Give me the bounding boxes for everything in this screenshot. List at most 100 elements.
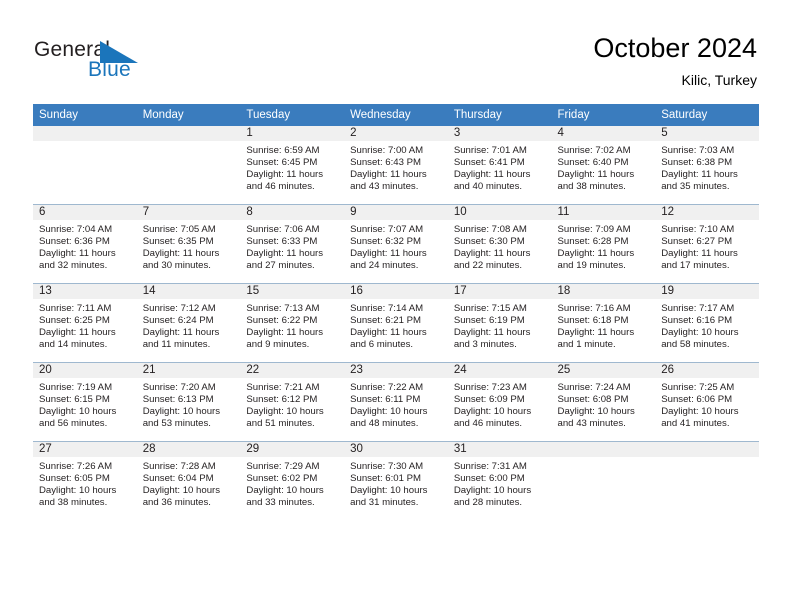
day-details: Sunrise: 7:26 AM Sunset: 6:05 PM Dayligh… (33, 457, 137, 509)
day-cell[interactable]: 20 Sunrise: 7:19 AM Sunset: 6:15 PM Dayl… (33, 362, 137, 442)
daylight-text-line1: Daylight: 11 hours (350, 247, 427, 259)
day-details: Sunrise: 7:10 AM Sunset: 6:27 PM Dayligh… (655, 220, 759, 272)
daylight-text-line2: and 28 minutes. (453, 496, 523, 508)
day-number: 11 (551, 205, 656, 220)
calendar-week-row: 6 Sunrise: 7:04 AM Sunset: 6:36 PM Dayli… (33, 204, 759, 284)
day-cell[interactable]: 10 Sunrise: 7:08 AM Sunset: 6:30 PM Dayl… (447, 204, 552, 284)
sunrise-text: Sunrise: 7:01 AM (453, 145, 527, 156)
sunrise-text: Sunrise: 7:03 AM (661, 145, 735, 156)
day-cell[interactable]: 13 Sunrise: 7:11 AM Sunset: 6:25 PM Dayl… (33, 283, 137, 363)
day-cell[interactable]: 5 Sunrise: 7:03 AM Sunset: 6:38 PM Dayli… (655, 126, 759, 205)
daylight-text-line1: Daylight: 11 hours (453, 247, 531, 259)
day-cell[interactable]: 14 Sunrise: 7:12 AM Sunset: 6:24 PM Dayl… (136, 283, 241, 363)
daylight-text-line2: and 38 minutes. (39, 496, 108, 508)
day-cell[interactable] (551, 441, 656, 520)
daylight-text-line1: Daylight: 10 hours (39, 405, 117, 417)
day-cell[interactable] (136, 126, 241, 205)
day-number: 23 (344, 363, 448, 378)
sunrise-text: Sunrise: 7:13 AM (246, 303, 320, 314)
day-number: 19 (655, 284, 759, 299)
daylight-text-line2: and 38 minutes. (557, 180, 626, 192)
day-details: Sunrise: 7:25 AM Sunset: 6:06 PM Dayligh… (655, 378, 759, 430)
daylight-text-line1: Daylight: 11 hours (350, 168, 427, 180)
weekday-header-saturday: Saturday (655, 104, 759, 126)
day-details: Sunrise: 7:00 AM Sunset: 6:43 PM Dayligh… (344, 141, 448, 193)
day-cell[interactable]: 16 Sunrise: 7:14 AM Sunset: 6:21 PM Dayl… (344, 283, 448, 363)
calendar-week-row: 13 Sunrise: 7:11 AM Sunset: 6:25 PM Dayl… (33, 283, 759, 363)
day-number: 16 (344, 284, 448, 299)
day-cell[interactable]: 11 Sunrise: 7:09 AM Sunset: 6:28 PM Dayl… (551, 204, 656, 284)
day-details: Sunrise: 7:04 AM Sunset: 6:36 PM Dayligh… (33, 220, 137, 272)
sunrise-text: Sunrise: 7:16 AM (557, 303, 631, 314)
sunset-text: Sunset: 6:43 PM (350, 156, 422, 168)
day-number: 17 (447, 284, 552, 299)
daylight-text-line1: Daylight: 11 hours (453, 326, 531, 338)
day-details (655, 457, 759, 461)
day-cell[interactable]: 3 Sunrise: 7:01 AM Sunset: 6:41 PM Dayli… (447, 126, 552, 205)
day-cell[interactable]: 21 Sunrise: 7:20 AM Sunset: 6:13 PM Dayl… (136, 362, 241, 442)
day-cell[interactable]: 15 Sunrise: 7:13 AM Sunset: 6:22 PM Dayl… (240, 283, 345, 363)
day-cell[interactable]: 31 Sunrise: 7:31 AM Sunset: 6:00 PM Dayl… (447, 441, 552, 520)
sunset-text: Sunset: 6:21 PM (350, 314, 422, 326)
daylight-text-line2: and 14 minutes. (39, 338, 108, 350)
day-cell[interactable]: 23 Sunrise: 7:22 AM Sunset: 6:11 PM Dayl… (344, 362, 448, 442)
day-cell[interactable]: 24 Sunrise: 7:23 AM Sunset: 6:09 PM Dayl… (447, 362, 552, 442)
daylight-text-line2: and 41 minutes. (661, 417, 730, 429)
sunset-text: Sunset: 6:13 PM (142, 393, 214, 405)
day-details: Sunrise: 7:30 AM Sunset: 6:01 PM Dayligh… (344, 457, 448, 509)
day-cell[interactable]: 27 Sunrise: 7:26 AM Sunset: 6:05 PM Dayl… (33, 441, 137, 520)
day-cell[interactable]: 12 Sunrise: 7:10 AM Sunset: 6:27 PM Dayl… (655, 204, 759, 284)
day-cell[interactable]: 6 Sunrise: 7:04 AM Sunset: 6:36 PM Dayli… (33, 204, 137, 284)
daylight-text-line1: Daylight: 11 hours (142, 326, 220, 338)
day-details: Sunrise: 7:13 AM Sunset: 6:22 PM Dayligh… (240, 299, 344, 351)
sunrise-text: Sunrise: 7:09 AM (557, 224, 631, 235)
day-details: Sunrise: 7:07 AM Sunset: 6:32 PM Dayligh… (344, 220, 448, 272)
day-cell[interactable]: 26 Sunrise: 7:25 AM Sunset: 6:06 PM Dayl… (655, 362, 759, 442)
day-cell[interactable]: 1 Sunrise: 6:59 AM Sunset: 6:45 PM Dayli… (240, 126, 345, 205)
daylight-text-line2: and 3 minutes. (453, 338, 517, 350)
day-cell[interactable]: 19 Sunrise: 7:17 AM Sunset: 6:16 PM Dayl… (655, 283, 759, 363)
sunrise-text: Sunrise: 7:20 AM (142, 382, 216, 393)
weekday-header-friday: Friday (551, 104, 656, 126)
daylight-text-line2: and 36 minutes. (142, 496, 211, 508)
daylight-text-line1: Daylight: 11 hours (246, 168, 324, 180)
day-cell[interactable]: 25 Sunrise: 7:24 AM Sunset: 6:08 PM Dayl… (551, 362, 656, 442)
daylight-text-line2: and 17 minutes. (661, 259, 730, 271)
daylight-text-line1: Daylight: 11 hours (246, 326, 324, 338)
day-cell[interactable]: 30 Sunrise: 7:30 AM Sunset: 6:01 PM Dayl… (344, 441, 448, 520)
day-cell[interactable]: 22 Sunrise: 7:21 AM Sunset: 6:12 PM Dayl… (240, 362, 345, 442)
day-number: 8 (240, 205, 345, 220)
day-details: Sunrise: 7:08 AM Sunset: 6:30 PM Dayligh… (448, 220, 552, 272)
weekday-header-tuesday: Tuesday (240, 104, 345, 126)
sunrise-text: Sunrise: 7:15 AM (453, 303, 527, 314)
day-details: Sunrise: 7:06 AM Sunset: 6:33 PM Dayligh… (240, 220, 344, 272)
day-cell[interactable]: 2 Sunrise: 7:00 AM Sunset: 6:43 PM Dayli… (344, 126, 448, 205)
sunrise-text: Sunrise: 6:59 AM (246, 145, 320, 156)
day-cell[interactable] (33, 126, 137, 205)
day-cell[interactable]: 7 Sunrise: 7:05 AM Sunset: 6:35 PM Dayli… (136, 204, 241, 284)
sunset-text: Sunset: 6:45 PM (246, 156, 318, 168)
daylight-text-line2: and 51 minutes. (246, 417, 315, 429)
calendar-week-row: 1 Sunrise: 6:59 AM Sunset: 6:45 PM Dayli… (33, 126, 759, 205)
day-number: 29 (240, 442, 345, 457)
day-cell[interactable]: 18 Sunrise: 7:16 AM Sunset: 6:18 PM Dayl… (551, 283, 656, 363)
day-cell[interactable]: 9 Sunrise: 7:07 AM Sunset: 6:32 PM Dayli… (344, 204, 448, 284)
sunrise-text: Sunrise: 7:06 AM (246, 224, 320, 235)
calendar-week-row: 20 Sunrise: 7:19 AM Sunset: 6:15 PM Dayl… (33, 362, 759, 442)
day-cell[interactable] (655, 441, 759, 520)
sunrise-text: Sunrise: 7:08 AM (453, 224, 527, 235)
day-number: 13 (33, 284, 137, 299)
daylight-text-line1: Daylight: 11 hours (661, 168, 738, 180)
day-cell[interactable]: 28 Sunrise: 7:28 AM Sunset: 6:04 PM Dayl… (136, 441, 241, 520)
sunset-text: Sunset: 6:18 PM (557, 314, 629, 326)
daylight-text-line2: and 48 minutes. (350, 417, 419, 429)
day-cell[interactable]: 29 Sunrise: 7:29 AM Sunset: 6:02 PM Dayl… (240, 441, 345, 520)
daylight-text-line1: Daylight: 11 hours (557, 168, 635, 180)
day-cell[interactable]: 8 Sunrise: 7:06 AM Sunset: 6:33 PM Dayli… (240, 204, 345, 284)
day-cell[interactable]: 4 Sunrise: 7:02 AM Sunset: 6:40 PM Dayli… (551, 126, 656, 205)
day-details: Sunrise: 7:16 AM Sunset: 6:18 PM Dayligh… (552, 299, 656, 351)
day-number: 27 (33, 442, 137, 457)
day-cell[interactable]: 17 Sunrise: 7:15 AM Sunset: 6:19 PM Dayl… (447, 283, 552, 363)
daylight-text-line2: and 43 minutes. (557, 417, 626, 429)
day-number (33, 126, 137, 141)
